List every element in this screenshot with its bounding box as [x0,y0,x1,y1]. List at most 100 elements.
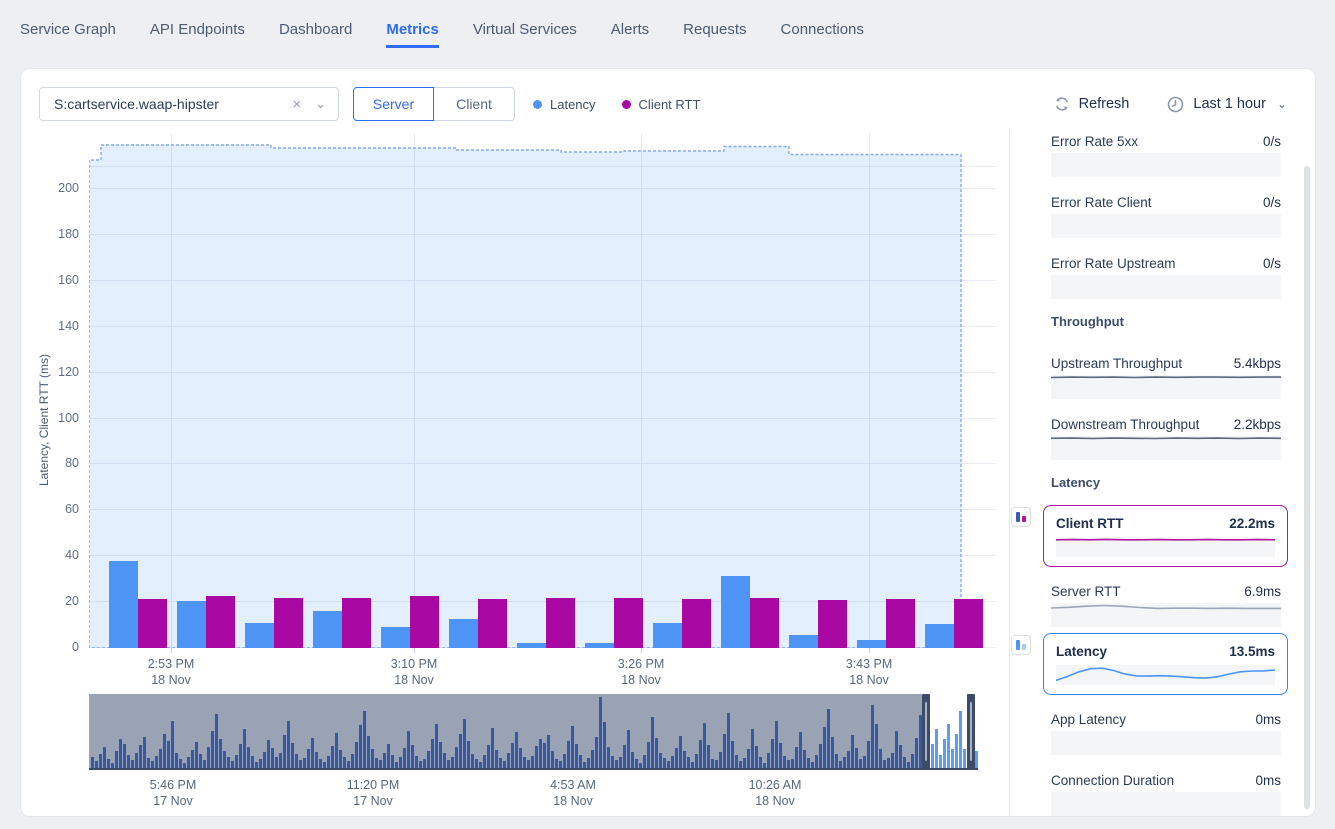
overview-bar [599,697,602,769]
overview-bar [963,749,966,769]
overview-bar [195,742,198,769]
server-client-toggle: ServerClient [353,87,515,121]
overview-bar [491,728,494,769]
overview-bar [579,755,582,769]
metric-card-client-rtt[interactable]: Client RTT22.2ms [1043,505,1288,567]
overview-bar [307,749,310,769]
latency-bar [449,619,478,648]
y-tick-label: 180 [21,227,79,241]
service-selector[interactable]: S:cartservice.waap-hipster × ⌄ [39,87,339,121]
overview-bar [247,747,250,769]
latency-bar [381,627,410,648]
time-range-label: Last 1 hour [1193,96,1266,112]
latency-bar [789,635,818,648]
overview-bar [627,730,630,769]
metric-item-connection-duration[interactable]: Connection Duration0ms [1051,770,1281,816]
overview-bar [771,739,774,769]
legend-item-latency[interactable]: Latency [533,97,596,112]
overview-bar [199,754,202,769]
overview-bar [851,735,854,769]
metric-sparkline [1051,375,1281,399]
metric-item-error-rate-client[interactable]: Error Rate Client0/s [1051,192,1281,238]
metric-item-app-latency[interactable]: App Latency0ms [1051,709,1281,755]
tab-metrics[interactable]: Metrics [386,21,439,48]
overview-bar [747,749,750,769]
chevron-down-icon[interactable]: ⌄ [315,96,326,112]
overview-brush-chart[interactable] [89,694,978,769]
overview-bar [435,724,438,769]
brush-handle-right[interactable] [967,694,975,769]
overview-x-tick-label: 4:53 AM18 Nov [523,777,623,809]
metric-card-latency[interactable]: Latency13.5ms [1043,633,1288,695]
overview-x-tick-label: 11:20 PM17 Nov [323,777,423,809]
legend-item-client-rtt[interactable]: Client RTT [622,97,701,112]
clear-icon[interactable]: × [292,96,301,113]
toggle-server[interactable]: Server [353,87,434,121]
tab-api-endpoints[interactable]: API Endpoints [150,21,245,48]
latency-bar [925,624,954,648]
overview-bar [827,709,830,769]
tab-connections[interactable]: Connections [781,21,864,48]
overview-bar [267,740,270,769]
metric-item-upstream-throughput[interactable]: Upstream Throughput5.4kbps [1051,353,1281,399]
overview-bar [643,755,646,769]
overview-bar [143,737,146,769]
overview-bar [167,741,170,769]
y-tick-label: 140 [21,319,79,333]
y-tick-label: 80 [21,456,79,470]
client-rtt-bar [206,596,235,648]
overview-bar [191,750,194,769]
overview-bar [139,745,142,769]
metric-value: 6.9ms [1244,584,1281,599]
refresh-button[interactable]: Refresh [1054,96,1130,112]
overview-bar [159,749,162,769]
client-rtt-bar [614,598,643,648]
y-tick-label: 60 [21,502,79,516]
toggle-client[interactable]: Client [434,87,515,121]
metric-value: 5.4kbps [1234,356,1281,371]
overview-bar [367,736,370,769]
bar-chart-icon [1011,507,1031,527]
brush-handle-left[interactable] [922,694,930,769]
tab-service-graph[interactable]: Service Graph [20,21,116,48]
overview-bar [695,754,698,769]
main-bar-chart[interactable]: 2:53 PM18 Nov3:10 PM18 Nov3:26 PM18 Nov3… [89,129,996,648]
metric-item-downstream-throughput[interactable]: Downstream Throughput2.2kbps [1051,414,1281,460]
overview-bar [263,752,266,769]
y-tick-label: 0 [21,640,79,654]
metric-sparkline [1051,214,1281,238]
time-selection-region[interactable] [89,129,996,648]
overview-bar [283,735,286,769]
overview-bar [731,741,734,769]
metric-value: 0/s [1263,134,1281,149]
overview-bar [719,752,722,769]
sidebar-scrollbar[interactable] [1304,166,1310,809]
overview-bar [871,705,874,769]
time-range-selector[interactable]: Last 1 hour ⌄ [1167,96,1287,113]
overview-bar [359,725,362,769]
y-tick-label: 120 [21,365,79,379]
overview-x-tick-label: 10:26 AM18 Nov [725,777,825,809]
metric-item-error-rate-5xx[interactable]: Error Rate 5xx0/s [1051,131,1281,177]
overview-bar [819,744,822,769]
tab-alerts[interactable]: Alerts [611,21,649,48]
metric-item-server-rtt[interactable]: Server RTT6.9ms [1051,581,1281,627]
refresh-label: Refresh [1079,96,1130,112]
tab-dashboard[interactable]: Dashboard [279,21,352,48]
metric-item-error-rate-upstream[interactable]: Error Rate Upstream0/s [1051,253,1281,299]
overview-bar [647,742,650,769]
tab-virtual-services[interactable]: Virtual Services [473,21,577,48]
overview-bar [135,753,138,769]
tab-requests[interactable]: Requests [683,21,746,48]
overview-bar [911,754,914,769]
metric-label: Downstream Throughput [1051,417,1199,432]
metrics-card: S:cartservice.waap-hipster × ⌄ ServerCli… [20,68,1316,817]
overview-bar [339,750,342,769]
overview-bar [427,751,430,769]
overview-bar [511,743,514,769]
latency-bar [177,601,206,648]
overview-bar [219,739,222,769]
overview-bar [383,753,386,769]
x-tick-label: 3:43 PM18 Nov [824,656,914,688]
overview-bar [207,747,210,769]
